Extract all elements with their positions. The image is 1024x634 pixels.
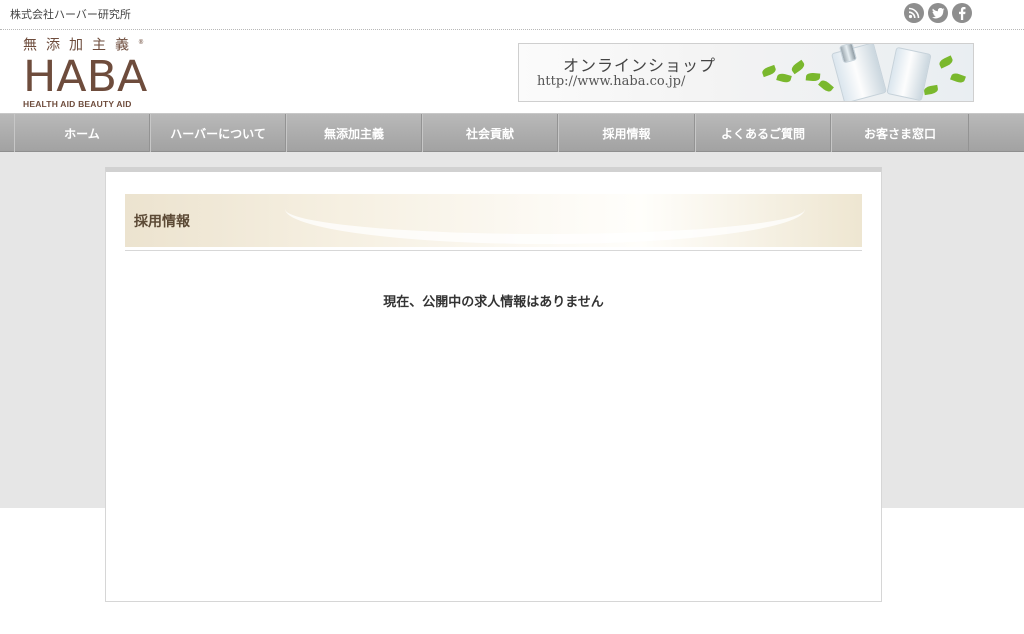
no-jobs-message: 現在、公開中の求人情報はありません (383, 295, 604, 310)
company-name: 株式会社ハーバー研究所 (10, 8, 131, 21)
nav-item-faq[interactable]: よくあるご質問 (695, 114, 831, 152)
rss-icon[interactable] (904, 3, 924, 23)
logo-wordmark: HABA (23, 51, 148, 102)
shop-banner-title: オンラインショップ (563, 56, 717, 75)
top-bar: 株式会社ハーバー研究所 (0, 0, 1024, 30)
nav-item-social-contribution[interactable]: 社会貢献 (422, 114, 558, 152)
haba-logo[interactable]: 無添加主義® HABA HEALTH AID BEAUTY AID (23, 35, 148, 113)
nav-item-recruitment[interactable]: 採用情報 (558, 114, 695, 152)
main-nav: ホーム ハーバーについて 無添加主義 社会貢献 採用情報 よくあるご質問 お客さ… (0, 113, 1024, 152)
nav-item-additive-free[interactable]: 無添加主義 (286, 114, 422, 152)
nav-item-about[interactable]: ハーバーについて (150, 114, 286, 152)
page-title: 採用情報 (134, 214, 190, 230)
facebook-icon[interactable] (952, 3, 972, 23)
content-card: 採用情報 現在、公開中の求人情報はありません (105, 167, 882, 602)
online-shop-banner[interactable]: オンラインショップ http://www.haba.co.jp/ (518, 43, 974, 102)
shop-banner-url: http://www.haba.co.jp/ (537, 74, 686, 89)
nav-item-home[interactable]: ホーム (14, 114, 150, 152)
social-links (904, 3, 972, 23)
section-header: 採用情報 (125, 194, 862, 247)
divider (125, 250, 862, 251)
nav-item-customer-service[interactable]: お客さま窓口 (831, 114, 969, 152)
twitter-icon[interactable] (928, 3, 948, 23)
